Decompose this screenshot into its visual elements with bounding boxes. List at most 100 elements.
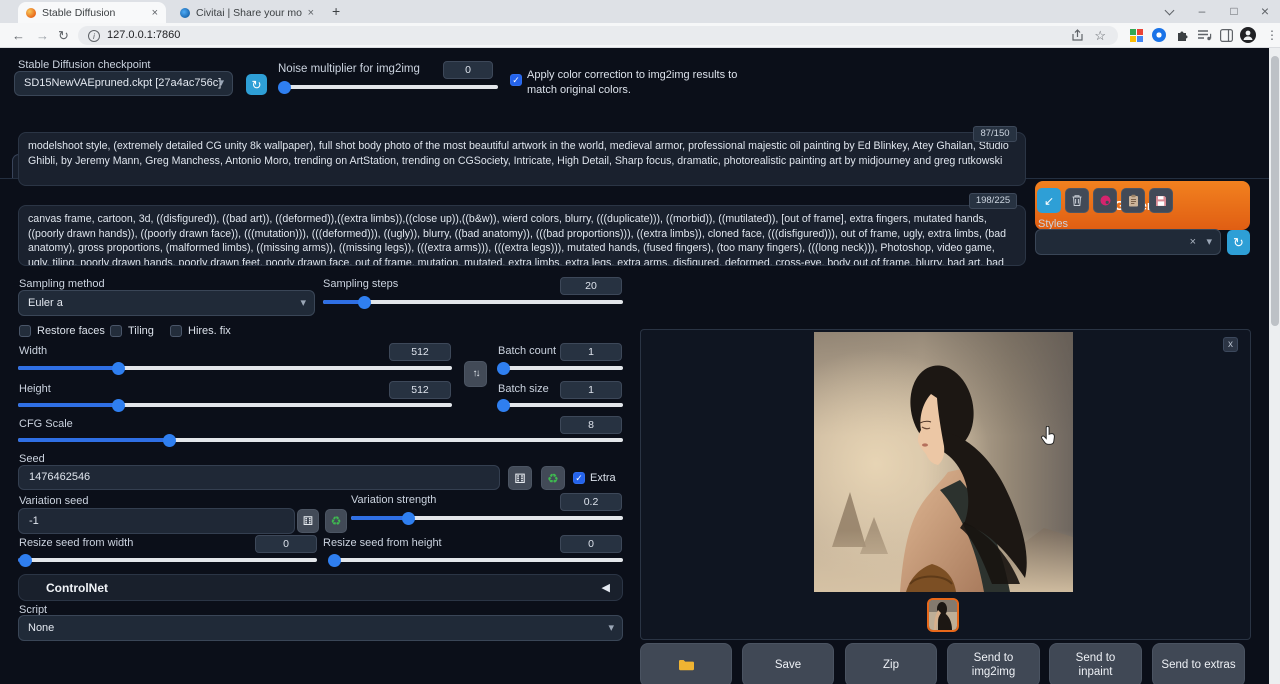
browser-menu-icon[interactable]: ⋮ bbox=[1266, 23, 1278, 48]
noise-multiplier-label: Noise multiplier for img2img bbox=[278, 63, 420, 75]
window-minimize-button[interactable]: – bbox=[1192, 0, 1212, 22]
variation-dice-button[interactable]: ⚅ bbox=[297, 509, 319, 533]
height-slider[interactable] bbox=[18, 403, 452, 407]
prompt-textarea[interactable]: modelshoot style, (extremely detailed CG… bbox=[18, 132, 1026, 186]
cfg-scale-value[interactable]: 8 bbox=[560, 416, 622, 434]
site-info-icon[interactable]: i bbox=[88, 30, 100, 42]
paste-params-button[interactable]: ↙ bbox=[1037, 188, 1061, 213]
height-value[interactable]: 512 bbox=[389, 381, 451, 399]
batch-size-label: Batch size bbox=[498, 383, 549, 395]
sampling-method-dropdown[interactable]: Euler a ▾ bbox=[18, 290, 315, 316]
share-icon[interactable] bbox=[1071, 29, 1084, 42]
batch-count-slider[interactable] bbox=[498, 366, 623, 370]
slider-handle[interactable] bbox=[328, 554, 341, 567]
send-to-extras-button[interactable]: Send to extras bbox=[1152, 643, 1245, 684]
slider-handle[interactable] bbox=[19, 554, 32, 567]
slider-handle[interactable] bbox=[497, 399, 510, 412]
negative-prompt-textarea[interactable]: canvas frame, cartoon, 3d, ((disfigured)… bbox=[18, 205, 1026, 266]
resize-seed-height-slider[interactable] bbox=[330, 558, 623, 562]
profile-avatar[interactable] bbox=[1240, 27, 1256, 43]
tab-close-icon[interactable]: × bbox=[152, 7, 158, 19]
bookmark-star-icon[interactable]: ☆ bbox=[1094, 26, 1106, 45]
window-close-button[interactable]: × bbox=[1255, 0, 1275, 22]
variation-seed-input[interactable]: -1 bbox=[18, 508, 295, 534]
save-style-button[interactable] bbox=[1149, 188, 1173, 213]
slider-handle[interactable] bbox=[112, 362, 125, 375]
send-to-img2img-button[interactable]: Send to img2img bbox=[947, 643, 1040, 684]
extension-grid-icon[interactable] bbox=[1130, 29, 1143, 42]
page-scrollbar[interactable] bbox=[1269, 48, 1280, 684]
sampling-steps-slider[interactable] bbox=[323, 300, 623, 304]
noise-multiplier-slider[interactable] bbox=[281, 85, 498, 89]
variation-strength-slider[interactable] bbox=[351, 516, 623, 520]
resize-seed-width-slider[interactable] bbox=[18, 558, 317, 562]
checkpoint-value: SD15NewVAEpruned.ckpt [27a4ac756c] bbox=[24, 77, 221, 89]
result-gallery[interactable]: x bbox=[640, 329, 1251, 640]
clear-styles-icon[interactable]: × bbox=[1190, 230, 1196, 254]
reuse-seed-recycle-button[interactable]: ♻ bbox=[541, 466, 565, 490]
open-folder-button[interactable] bbox=[640, 643, 732, 684]
cfg-scale-slider[interactable] bbox=[18, 438, 623, 442]
height-label: Height bbox=[19, 383, 51, 395]
tab-close-icon[interactable]: × bbox=[308, 7, 314, 19]
checkpoint-dropdown[interactable]: SD15NewVAEpruned.ckpt [27a4ac756c] ▾ bbox=[14, 71, 233, 96]
browser-tab-civitai[interactable]: Civitai | Share your models × bbox=[172, 2, 322, 23]
apply-style-clipboard-button[interactable] bbox=[1121, 188, 1145, 213]
slider-handle[interactable] bbox=[358, 296, 371, 309]
extension-blue-circle-icon[interactable] bbox=[1152, 28, 1166, 42]
send-to-inpaint-button[interactable]: Send to inpaint bbox=[1049, 643, 1142, 684]
window-maximize-button[interactable]: □ bbox=[1224, 0, 1244, 22]
new-tab-button[interactable]: + bbox=[332, 3, 340, 19]
resize-seed-width-value[interactable]: 0 bbox=[255, 535, 317, 553]
slider-handle[interactable] bbox=[163, 434, 176, 447]
window-chevron-icon[interactable] bbox=[1165, 6, 1175, 16]
tiling-checkbox[interactable] bbox=[110, 325, 122, 337]
controlnet-accordion[interactable]: ControlNet ◀ bbox=[18, 574, 623, 601]
variation-strength-value[interactable]: 0.2 bbox=[560, 493, 622, 511]
batch-size-value[interactable]: 1 bbox=[560, 381, 622, 399]
save-button[interactable]: Save bbox=[742, 643, 834, 684]
batch-size-slider[interactable] bbox=[498, 403, 623, 407]
reload-icon[interactable]: ↻ bbox=[58, 23, 69, 48]
width-slider[interactable] bbox=[18, 366, 452, 370]
random-seed-dice-button[interactable]: ⚅ bbox=[508, 466, 532, 490]
address-bar[interactable]: i 127.0.0.1:7860 ☆ bbox=[78, 26, 1118, 45]
slider-handle[interactable] bbox=[112, 399, 125, 412]
swap-dimensions-button[interactable]: ↑↓ bbox=[464, 361, 487, 387]
slider-handle[interactable] bbox=[402, 512, 415, 525]
script-dropdown[interactable]: None ▾ bbox=[18, 615, 623, 641]
browser-tab-stable-diffusion[interactable]: Stable Diffusion × bbox=[18, 2, 166, 23]
slider-handle[interactable] bbox=[278, 81, 291, 94]
prompt-token-counter: 87/150 bbox=[973, 126, 1017, 142]
clear-prompt-button[interactable] bbox=[1065, 188, 1089, 213]
noise-multiplier-value[interactable]: 0 bbox=[443, 61, 493, 79]
variation-recycle-button[interactable]: ♻ bbox=[325, 509, 347, 533]
extensions-puzzle-icon[interactable] bbox=[1176, 29, 1189, 42]
batch-count-value[interactable]: 1 bbox=[560, 343, 622, 361]
gallery-thumbnail[interactable] bbox=[927, 598, 959, 632]
generated-image[interactable] bbox=[814, 332, 1073, 592]
style-palette-button[interactable] bbox=[1093, 188, 1117, 213]
checkpoint-refresh-button[interactable]: ↻ bbox=[246, 74, 267, 95]
sampling-steps-value[interactable]: 20 bbox=[560, 277, 622, 295]
color-correction-checkbox[interactable]: ✓ bbox=[510, 74, 522, 86]
chevron-down-icon: ▾ bbox=[218, 72, 224, 95]
hires-fix-checkbox[interactable] bbox=[170, 325, 182, 337]
side-panel-icon[interactable] bbox=[1220, 29, 1233, 42]
zip-button[interactable]: Zip bbox=[845, 643, 937, 684]
resize-seed-height-value[interactable]: 0 bbox=[560, 535, 622, 553]
forward-icon[interactable]: → bbox=[36, 23, 49, 48]
scrollbar-thumb[interactable] bbox=[1271, 56, 1279, 326]
extra-seed-checkbox[interactable]: ✓ bbox=[573, 472, 585, 484]
styles-dropdown[interactable]: × ▾ bbox=[1035, 229, 1221, 255]
back-icon[interactable]: ← bbox=[12, 23, 25, 48]
restore-faces-checkbox[interactable] bbox=[19, 325, 31, 337]
width-value[interactable]: 512 bbox=[389, 343, 451, 361]
seed-input[interactable]: 1476462546 bbox=[18, 465, 500, 490]
media-list-icon[interactable] bbox=[1198, 29, 1212, 42]
styles-refresh-button[interactable]: ↻ bbox=[1227, 230, 1250, 255]
cfg-scale-label: CFG Scale bbox=[19, 418, 73, 430]
slider-handle[interactable] bbox=[497, 362, 510, 375]
close-gallery-icon[interactable]: x bbox=[1223, 337, 1238, 352]
controlnet-label: ControlNet bbox=[46, 581, 108, 595]
